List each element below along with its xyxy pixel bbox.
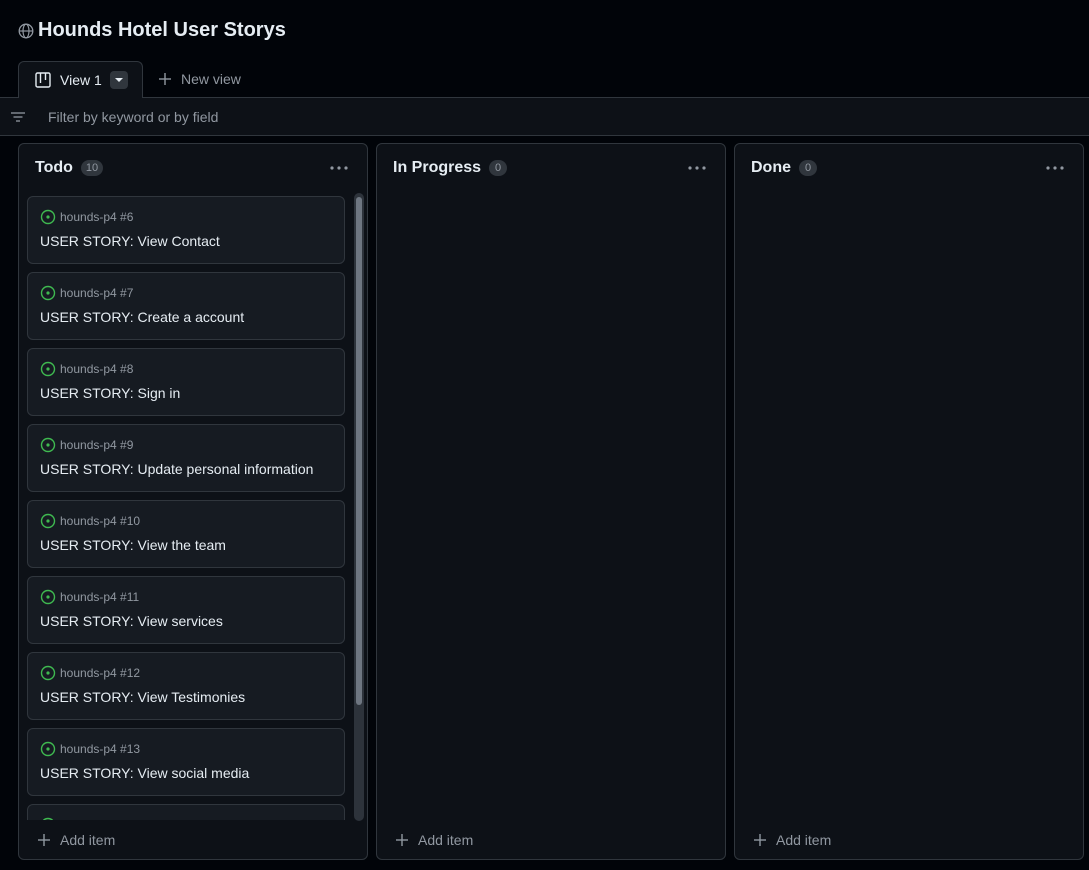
card-repo-link[interactable]: hounds-p4 #12 xyxy=(60,666,140,680)
issue-opened-icon xyxy=(40,513,56,529)
column-count-badge: 0 xyxy=(799,160,817,176)
column-done: Done 0 Add item xyxy=(734,143,1084,860)
column-count-badge: 10 xyxy=(80,160,104,176)
card-repo-link[interactable]: hounds-p4 #13 xyxy=(60,742,140,756)
issue-card[interactable]: hounds-p4 #12 USER STORY: View Testimoni… xyxy=(27,652,345,720)
issue-card[interactable]: hounds-p4 #9 USER STORY: Update personal… xyxy=(27,424,345,492)
view-tabs: View 1 New view xyxy=(0,60,1089,98)
view-options-button[interactable] xyxy=(109,71,128,89)
card-title[interactable]: USER STORY: Sign in xyxy=(40,385,332,401)
card-repo-link[interactable]: hounds-p4 #10 xyxy=(60,514,140,528)
issue-card[interactable]: hounds-p4 #13 USER STORY: View social me… xyxy=(27,728,345,796)
issue-card[interactable] xyxy=(27,804,345,820)
column-todo: Todo 10 hounds-p4 #6 USER STORY: View Co… xyxy=(18,143,368,860)
card-title[interactable]: USER STORY: Create a account xyxy=(40,309,332,325)
issue-opened-icon xyxy=(40,741,56,757)
column-header: In Progress 0 xyxy=(377,144,725,192)
issue-card[interactable]: hounds-p4 #11 USER STORY: View services xyxy=(27,576,345,644)
issue-opened-icon xyxy=(40,361,56,377)
new-view-label: New view xyxy=(181,71,241,87)
issue-opened-icon xyxy=(40,437,56,453)
plus-icon xyxy=(159,73,171,85)
filter-input[interactable] xyxy=(48,108,448,125)
card-repo-link[interactable]: hounds-p4 #6 xyxy=(60,210,133,224)
issue-opened-icon xyxy=(40,209,56,225)
tab-view-1-label: View 1 xyxy=(60,72,102,88)
plus-icon xyxy=(396,834,408,846)
card-title[interactable]: USER STORY: View Testimonies xyxy=(40,689,332,705)
card-title[interactable]: USER STORY: View Contact xyxy=(40,233,332,249)
add-item-label: Add item xyxy=(60,832,116,848)
column-menu-button[interactable] xyxy=(329,158,349,178)
add-item-label: Add item xyxy=(776,832,832,848)
issue-card[interactable]: hounds-p4 #10 USER STORY: View the team xyxy=(27,500,345,568)
filter-bar xyxy=(0,98,1089,136)
issue-card[interactable]: hounds-p4 #8 USER STORY: Sign in xyxy=(27,348,345,416)
new-view-button[interactable]: New view xyxy=(143,61,241,97)
plus-icon xyxy=(38,834,50,846)
filter-icon[interactable] xyxy=(10,109,26,125)
column-title: Todo xyxy=(35,159,73,176)
card-title[interactable]: USER STORY: View the team xyxy=(40,537,332,553)
add-item-label: Add item xyxy=(418,832,474,848)
project-header: Hounds Hotel User Storys xyxy=(0,0,1089,60)
kebab-horizontal-icon xyxy=(688,166,706,170)
issue-opened-icon xyxy=(42,817,54,820)
card-repo-link[interactable]: hounds-p4 #8 xyxy=(60,362,133,376)
column-in-progress: In Progress 0 Add item xyxy=(376,143,726,860)
column-count-badge: 0 xyxy=(489,160,508,176)
column-title: In Progress xyxy=(393,159,482,176)
add-item-button[interactable]: Add item xyxy=(19,821,367,859)
issue-opened-icon xyxy=(40,285,56,301)
card-repo-link[interactable]: hounds-p4 #11 xyxy=(60,590,139,604)
card-repo-link[interactable]: hounds-p4 #9 xyxy=(60,438,133,452)
card-repo-link[interactable]: hounds-p4 #7 xyxy=(60,286,133,300)
issue-card[interactable]: hounds-p4 #6 USER STORY: View Contact xyxy=(27,196,345,264)
column-header: Done 0 xyxy=(735,144,1083,192)
card-title[interactable]: USER STORY: View services xyxy=(40,613,332,629)
issue-card[interactable]: hounds-p4 #7 USER STORY: Create a accoun… xyxy=(27,272,345,340)
card-title[interactable]: USER STORY: Update personal information xyxy=(40,461,332,477)
globe-icon xyxy=(18,23,34,38)
kebab-horizontal-icon xyxy=(330,166,348,170)
board: Todo 10 hounds-p4 #6 USER STORY: View Co… xyxy=(0,136,1089,869)
add-item-button[interactable]: Add item xyxy=(377,821,725,859)
card-title[interactable]: USER STORY: View social media xyxy=(40,765,332,781)
card-list: hounds-p4 #6 USER STORY: View Contact ho… xyxy=(27,196,345,820)
tab-view-1[interactable]: View 1 xyxy=(18,61,143,98)
kebab-horizontal-icon xyxy=(1046,166,1064,170)
column-scrollbar[interactable] xyxy=(354,193,364,821)
issue-opened-icon xyxy=(40,589,56,605)
column-header: Todo 10 xyxy=(19,144,367,192)
column-menu-button[interactable] xyxy=(687,158,707,178)
issue-opened-icon xyxy=(40,665,56,681)
column-menu-button[interactable] xyxy=(1045,158,1065,178)
plus-icon xyxy=(754,834,766,846)
caret-down-icon xyxy=(114,78,123,82)
add-item-button[interactable]: Add item xyxy=(735,821,1083,859)
column-title: Done xyxy=(751,159,791,176)
project-title: Hounds Hotel User Storys xyxy=(38,18,286,41)
board-icon xyxy=(35,72,51,88)
scrollbar-thumb[interactable] xyxy=(356,197,362,705)
